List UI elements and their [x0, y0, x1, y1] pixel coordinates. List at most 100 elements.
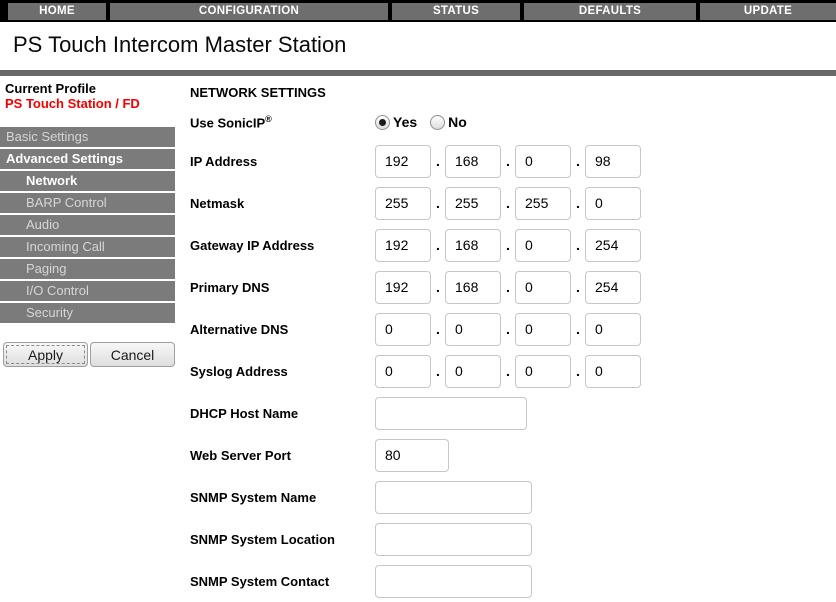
nav-button-status[interactable]: STATUS — [392, 3, 520, 20]
octet-separator: . — [501, 195, 515, 211]
gateway-ip-address-octet-1[interactable] — [375, 229, 431, 262]
syslog-address-octet-3[interactable] — [515, 355, 571, 388]
octet-separator: . — [571, 321, 585, 337]
primary-dns-octet-1[interactable] — [375, 271, 431, 304]
octet-separator: . — [431, 321, 445, 337]
octet-separator: . — [571, 153, 585, 169]
page-title: PS Touch Intercom Master Station — [13, 31, 836, 59]
nav-button-home[interactable]: HOME — [8, 3, 106, 20]
alternative-dns-octet-4[interactable] — [585, 313, 641, 346]
use-sonicip-radio-group: Yes No — [375, 114, 480, 130]
field-label: SNMP System Location — [190, 532, 375, 547]
octet-separator: . — [431, 153, 445, 169]
octet-separator: . — [431, 363, 445, 379]
ip-address-octet-1[interactable] — [375, 145, 431, 178]
octet-separator: . — [501, 153, 515, 169]
ip-address-octet-4[interactable] — [585, 145, 641, 178]
ip-address-row: IP Address ... — [190, 140, 836, 182]
primary-dns-octet-4[interactable] — [585, 271, 641, 304]
alternative-dns-row: Alternative DNS ... — [190, 308, 836, 350]
web-server-port-input[interactable] — [375, 439, 449, 472]
gateway-ip-address-octet-2[interactable] — [445, 229, 501, 262]
sidebar-item-paging[interactable]: Paging — [0, 259, 175, 279]
sidebar-item-network[interactable]: Network — [0, 171, 175, 191]
ip-address-octet-2[interactable] — [445, 145, 501, 178]
snmp-system-contact-input[interactable] — [375, 565, 532, 598]
sidebar-item-i-o-control[interactable]: I/O Control — [0, 281, 175, 301]
use-sonicip-label: Use SonicIP® — [190, 114, 375, 130]
gateway-ip-address-octet-4[interactable] — [585, 229, 641, 262]
netmask-octet-2[interactable] — [445, 187, 501, 220]
section-title: NETWORK SETTINGS — [190, 85, 836, 100]
sidebar-item-basic-settings[interactable]: Basic Settings — [0, 127, 175, 147]
field-label: SNMP System Contact — [190, 574, 375, 589]
field-label: DHCP Host Name — [190, 406, 375, 421]
octet-separator: . — [501, 321, 515, 337]
primary-dns-octet-2[interactable] — [445, 271, 501, 304]
octet-separator: . — [501, 363, 515, 379]
main-panel: NETWORK SETTINGS Use SonicIP® Yes No IP … — [175, 79, 836, 602]
current-profile-label: Current Profile — [5, 81, 175, 96]
nav-button-configuration[interactable]: CONFIGURATION — [110, 3, 388, 20]
octet-separator: . — [431, 237, 445, 253]
syslog-address-octet-1[interactable] — [375, 355, 431, 388]
cancel-button[interactable]: Cancel — [90, 342, 175, 367]
snmp-system-name-input[interactable] — [375, 481, 532, 514]
radio-button-icon[interactable] — [375, 115, 390, 130]
sidebar-item-incoming-call[interactable]: Incoming Call — [0, 237, 175, 257]
alternative-dns-octet-2[interactable] — [445, 313, 501, 346]
netmask-octet-4[interactable] — [585, 187, 641, 220]
snmp-system-contact-row: SNMP System Contact — [190, 560, 836, 602]
radio-button-icon[interactable] — [430, 115, 445, 130]
octet-separator: . — [501, 279, 515, 295]
field-label: Gateway IP Address — [190, 238, 375, 253]
radio-option-yes[interactable]: Yes — [375, 114, 417, 130]
radio-option-label: No — [448, 114, 467, 130]
nav-button-update[interactable]: UPDATE — [700, 3, 836, 20]
snmp-system-location-input[interactable] — [375, 523, 532, 556]
alternative-dns-octet-1[interactable] — [375, 313, 431, 346]
octet-separator: . — [431, 195, 445, 211]
netmask-octet-1[interactable] — [375, 187, 431, 220]
field-label: Netmask — [190, 196, 375, 211]
ip-address-octet-3[interactable] — [515, 145, 571, 178]
snmp-system-name-row: SNMP System Name — [190, 476, 836, 518]
dhcp-host-name-row: DHCP Host Name — [190, 392, 836, 434]
sidebar-buttons: Apply Cancel — [3, 342, 175, 367]
radio-dot — [379, 119, 386, 126]
snmp-system-location-row: SNMP System Location — [190, 518, 836, 560]
apply-button[interactable]: Apply — [3, 342, 88, 367]
sidebar-menu: Basic SettingsAdvanced SettingsNetworkBA… — [0, 127, 175, 323]
octet-separator: . — [501, 237, 515, 253]
current-profile-value: PS Touch Station / FD — [5, 96, 175, 111]
syslog-address-row: Syslog Address ... — [190, 350, 836, 392]
sidebar: Current Profile PS Touch Station / FD Ba… — [0, 79, 175, 602]
octet-separator: . — [571, 195, 585, 211]
sidebar-item-advanced-settings[interactable]: Advanced Settings — [0, 149, 175, 169]
field-label: Syslog Address — [190, 364, 375, 379]
use-sonicip-row: Use SonicIP® Yes No — [190, 104, 836, 140]
content-area: Current Profile PS Touch Station / FD Ba… — [0, 76, 836, 602]
octet-separator: . — [431, 279, 445, 295]
registered-trademark-mark: ® — [265, 114, 272, 124]
field-label: Primary DNS — [190, 280, 375, 295]
sidebar-item-barp-control[interactable]: BARP Control — [0, 193, 175, 213]
gateway-ip-address-octet-3[interactable] — [515, 229, 571, 262]
primary-dns-row: Primary DNS ... — [190, 266, 836, 308]
sidebar-item-audio[interactable]: Audio — [0, 215, 175, 235]
field-label: Web Server Port — [190, 448, 375, 463]
primary-dns-octet-3[interactable] — [515, 271, 571, 304]
netmask-octet-3[interactable] — [515, 187, 571, 220]
syslog-address-octet-2[interactable] — [445, 355, 501, 388]
netmask-row: Netmask ... — [190, 182, 836, 224]
field-label: IP Address — [190, 154, 375, 169]
dhcp-host-name-input[interactable] — [375, 397, 527, 430]
field-label: SNMP System Name — [190, 490, 375, 505]
top-nav: HOMECONFIGURATIONSTATUSDEFAULTSUPDATE — [0, 0, 836, 22]
octet-separator: . — [571, 363, 585, 379]
radio-option-no[interactable]: No — [430, 114, 467, 130]
nav-button-defaults[interactable]: DEFAULTS — [524, 3, 696, 20]
syslog-address-octet-4[interactable] — [585, 355, 641, 388]
alternative-dns-octet-3[interactable] — [515, 313, 571, 346]
sidebar-item-security[interactable]: Security — [0, 303, 175, 323]
